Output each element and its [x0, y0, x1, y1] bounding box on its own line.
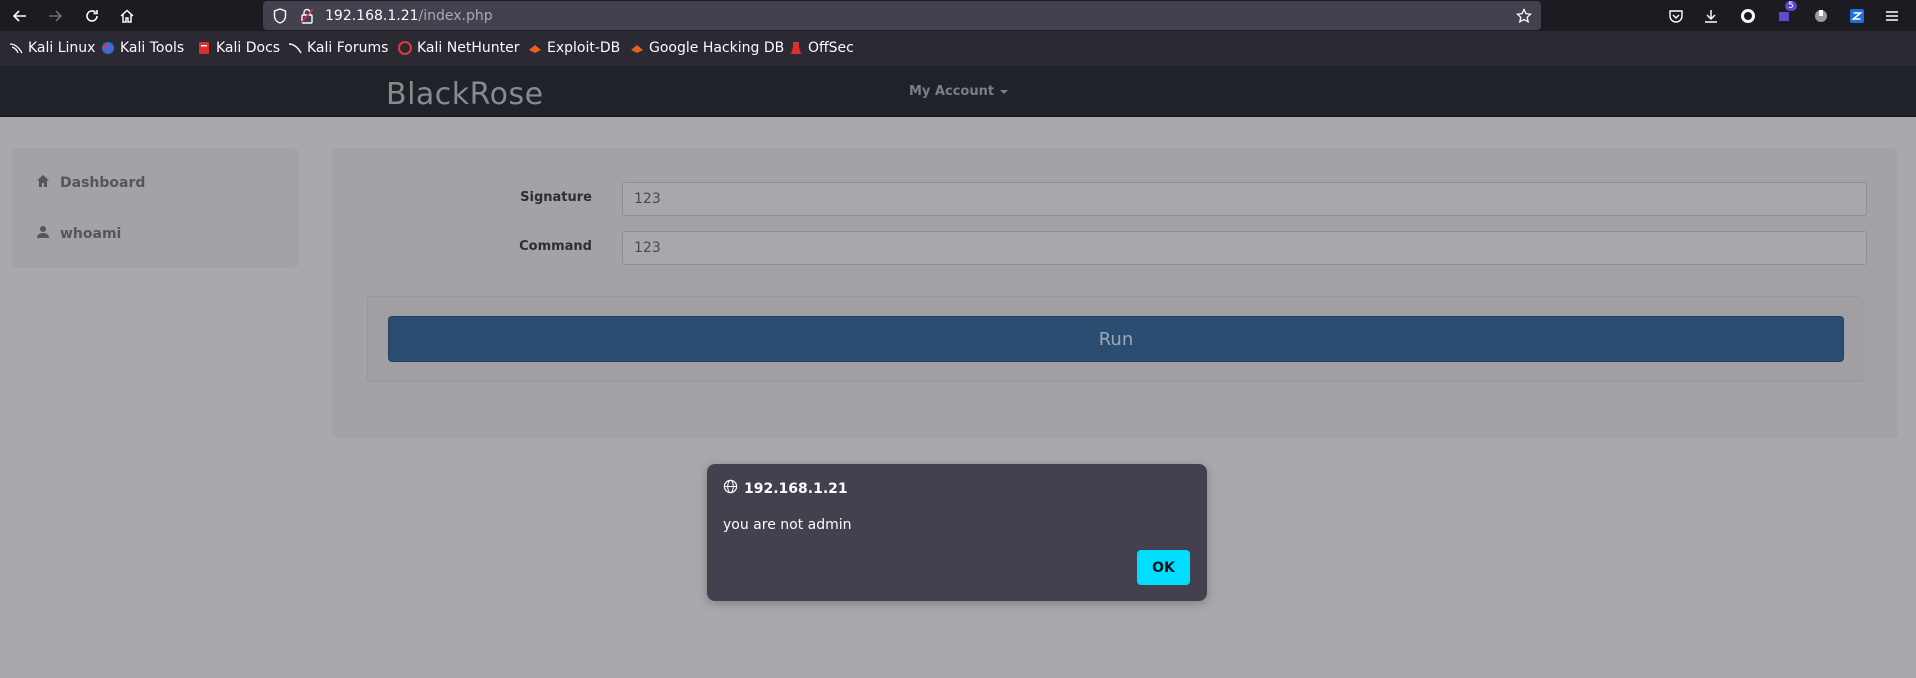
nethunter-icon [398, 41, 412, 55]
sidebar: Dashboard whoami [12, 148, 299, 268]
tracking-shield-icon[interactable] [271, 7, 289, 25]
dialog-message: you are not admin [723, 517, 852, 533]
user-icon [36, 225, 50, 243]
pocket-icon[interactable] [1664, 4, 1688, 28]
sidebar-item-whoami[interactable]: whoami [36, 225, 121, 243]
bookmark-label: Kali Docs [216, 40, 281, 56]
bookmark-google-hacking-db[interactable]: Google Hacking DB [630, 40, 784, 56]
app-navbar: BlackRose My Account [0, 66, 1916, 117]
forward-arrow-icon[interactable] [43, 4, 67, 28]
bookmarks-toolbar: Kali Linux Kali Tools Kali Docs Kali For… [0, 31, 1916, 66]
url-path: /index.php [418, 8, 493, 24]
extension-puzzle-icon[interactable] [1809, 4, 1833, 28]
bookmark-star-icon[interactable] [1515, 7, 1533, 25]
caret-down-icon [1000, 89, 1009, 94]
bookmark-label: Google Hacking DB [649, 40, 785, 56]
dialog-title: 192.168.1.21 [723, 479, 848, 498]
command-panel: Signature 123 Command 123 Run [332, 148, 1898, 438]
back-arrow-icon[interactable] [8, 4, 32, 28]
extension-z-icon[interactable] [1845, 4, 1869, 28]
my-account-label: My Account [909, 84, 995, 99]
bookmark-kali-docs[interactable]: Kali Docs [197, 40, 280, 56]
bookmark-label: OffSec [808, 40, 854, 56]
extension-badge-count: 5 [1785, 1, 1797, 11]
bookmark-label: Kali NetHunter [417, 40, 520, 56]
dialog-origin: 192.168.1.21 [744, 480, 848, 497]
bookmark-kali-linux[interactable]: Kali Linux [9, 40, 95, 56]
insecure-lock-icon[interactable] [298, 7, 316, 25]
url-bar[interactable]: 192.168.1.21/index.php [263, 1, 1541, 30]
signature-label: Signature [520, 190, 592, 205]
ok-button[interactable]: OK [1137, 550, 1190, 585]
bookmark-exploit-db[interactable]: Exploit-DB [528, 40, 620, 56]
browser-toolbar: 192.168.1.21/index.php 5 [0, 0, 1916, 31]
bookmark-label: Kali Forums [307, 40, 389, 56]
bookmark-kali-forums[interactable]: Kali Forums [288, 40, 388, 56]
globe-icon [723, 479, 738, 498]
command-label: Command [519, 239, 592, 254]
home-button-icon[interactable] [115, 4, 139, 28]
alert-dialog: 192.168.1.21 you are not admin OK [707, 464, 1207, 601]
home-icon [36, 174, 50, 192]
sidebar-item-label: Dashboard [60, 175, 146, 191]
bookmark-label: Kali Tools [120, 40, 185, 56]
url-text[interactable]: 192.168.1.21/index.php [325, 8, 493, 24]
sidebar-item-dashboard[interactable]: Dashboard [36, 174, 145, 192]
extension-circle-icon[interactable] [1736, 4, 1760, 28]
downloads-icon[interactable] [1699, 4, 1723, 28]
bookmark-kali-tools[interactable]: Kali Tools [101, 40, 184, 56]
kali-docs-icon [197, 41, 211, 55]
ghdb-icon [630, 41, 644, 55]
sidebar-item-label: whoami [60, 226, 122, 242]
command-input[interactable]: 123 [622, 231, 1867, 265]
bookmark-label: Kali Linux [28, 40, 96, 56]
hamburger-menu-icon[interactable] [1880, 4, 1904, 28]
run-button[interactable]: Run [388, 316, 1844, 362]
bookmark-offsec[interactable]: OffSec [789, 40, 854, 56]
kali-dragon-icon [9, 41, 23, 55]
run-well: Run [367, 296, 1863, 382]
signature-input[interactable]: 123 [622, 182, 1867, 216]
url-host: 192.168.1.21 [325, 8, 419, 24]
offsec-icon [789, 41, 803, 55]
reload-icon[interactable] [80, 4, 104, 28]
app-brand[interactable]: BlackRose [386, 77, 544, 112]
kali-tools-icon [101, 41, 115, 55]
my-account-menu[interactable]: My Account [909, 84, 1009, 99]
bookmark-label: Exploit-DB [547, 40, 621, 56]
extension-badge-icon[interactable]: 5 [1772, 1, 1797, 28]
exploit-db-icon [528, 41, 542, 55]
kali-forums-icon [288, 41, 302, 55]
bookmark-kali-nethunter[interactable]: Kali NetHunter [398, 40, 519, 56]
